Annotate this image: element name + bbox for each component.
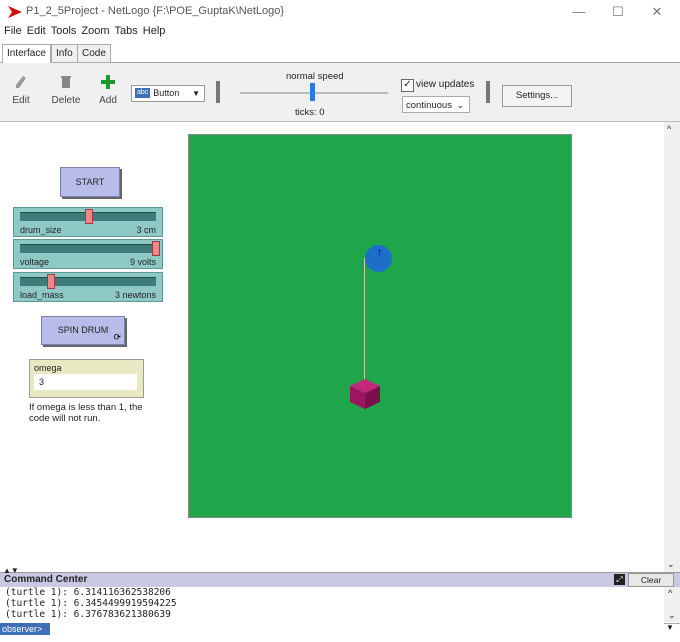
scroll-down-icon[interactable]: ⌄ [668,610,676,621]
slider-track[interactable] [20,244,156,253]
slider-thumb[interactable] [152,241,160,256]
edit-label: Edit [12,95,30,106]
window-title: P1_2_5Project - NetLogo {F:\POE_GuptaK\N… [26,5,285,17]
maximize-button[interactable]: ☐ [603,2,633,22]
chevron-down-icon: ⌄ [456,100,464,110]
load-cube-icon [350,379,380,409]
slider-name: voltage [20,257,50,267]
button-widget-icon: abc [135,88,151,98]
update-mode-dropdown[interactable]: continuous ⌄ [402,96,470,113]
add-tool-button[interactable]: Add [88,75,128,106]
widget-type-value: Button [153,88,180,98]
speed-slider-thumb[interactable] [310,83,315,101]
tab-bar: Interface Info Code [0,44,680,63]
widget-type-dropdown[interactable]: abc Button ▼ [131,85,205,102]
menu-bar: File Edit Tools Zoom Tabs Help [0,25,166,41]
update-mode-value: continuous [406,100,452,111]
up-arrow-icon: ↑ [377,247,382,258]
slider-track[interactable] [20,277,156,286]
output-line: (turtle 1): 6.314116362538206 [5,587,171,598]
tab-interface[interactable]: Interface [2,44,51,63]
menu-file[interactable]: File [4,25,22,37]
start-button[interactable]: START [60,167,120,197]
spin-drum-label: SPIN DRUM [57,325,109,335]
delete-tool-button[interactable]: Delete [46,75,86,106]
spin-drum-button[interactable]: SPIN DRUM ⟳ [41,316,125,345]
slider-value: 9 volts [129,257,156,267]
slider-name: drum_size [20,225,62,235]
delete-label: Delete [51,95,81,106]
expand-icon[interactable]: ⤢ [614,574,625,585]
slider-drum-size[interactable]: drum_size 3 cm [13,207,163,237]
menu-edit[interactable]: Edit [27,25,46,37]
vertical-scrollbar[interactable]: ^ ⌄ [664,122,680,572]
slider-value: 3 newtons [114,290,156,300]
trash-icon [61,76,71,88]
toolbar-separator [216,81,220,103]
minimize-button[interactable]: — [564,2,594,22]
slider-voltage[interactable]: voltage 9 volts [13,239,163,269]
command-input[interactable] [50,623,664,637]
scroll-down-icon[interactable]: ⌄ [667,559,675,570]
netlogo-logo-icon [8,6,22,18]
clear-button[interactable]: Clear [628,573,674,587]
toolbar: Edit Delete Add abc Button ▼ normal speed … [0,63,680,122]
slider-thumb[interactable] [47,274,55,289]
output-line: (turtle 1): 6.3454499919594225 [5,598,177,609]
scroll-up-icon[interactable]: ^ [667,124,671,134]
slider-name: load_mass [20,290,64,300]
close-button[interactable]: ✕ [642,2,672,22]
pencil-icon [16,76,26,88]
slider-thumb[interactable] [85,209,93,224]
plus-icon [101,75,115,89]
monitor-value: 3 [34,374,137,390]
command-center-title: Command Center [4,574,88,585]
slider-load-mass[interactable]: load_mass 3 newtons [13,272,163,302]
toolbar-separator [486,81,490,103]
settings-button[interactable]: Settings... [502,85,572,107]
speed-label: normal speed [286,71,344,82]
tab-code[interactable]: Code [77,44,111,62]
menu-help[interactable]: Help [143,25,166,37]
chevron-down-icon: ▼ [192,89,200,98]
note-text: If omega is less than 1, the code will n… [29,402,143,424]
scroll-up-icon[interactable]: ^ [668,588,672,598]
edit-tool-button[interactable]: Edit [1,75,41,106]
command-output: (turtle 1): 6.314116362538206 (turtle 1)… [0,587,669,622]
view-updates-checkbox[interactable]: ✓ [401,79,414,92]
forever-loop-icon: ⟳ [113,332,121,342]
tab-info[interactable]: Info [51,44,78,62]
monitor-label: omega [34,363,62,373]
slider-value: 3 cm [136,225,156,235]
view-updates-label: view updates [416,79,475,90]
ticks-counter: ticks: 0 [295,107,325,118]
history-dropdown-icon[interactable]: ▼ [662,623,678,635]
omega-monitor: omega 3 [29,359,144,398]
agent-selector[interactable]: observer> [0,623,50,635]
output-scrollbar[interactable]: ^ ⌄ [664,587,680,622]
world-view[interactable] [188,134,572,518]
command-center-header [0,572,680,587]
menu-tools[interactable]: Tools [51,25,77,37]
menu-tabs[interactable]: Tabs [115,25,138,37]
add-label: Add [99,95,117,106]
output-line: (turtle 1): 6.376783621380639 [5,609,171,620]
rope-line [364,258,365,388]
menu-zoom[interactable]: Zoom [81,25,109,37]
